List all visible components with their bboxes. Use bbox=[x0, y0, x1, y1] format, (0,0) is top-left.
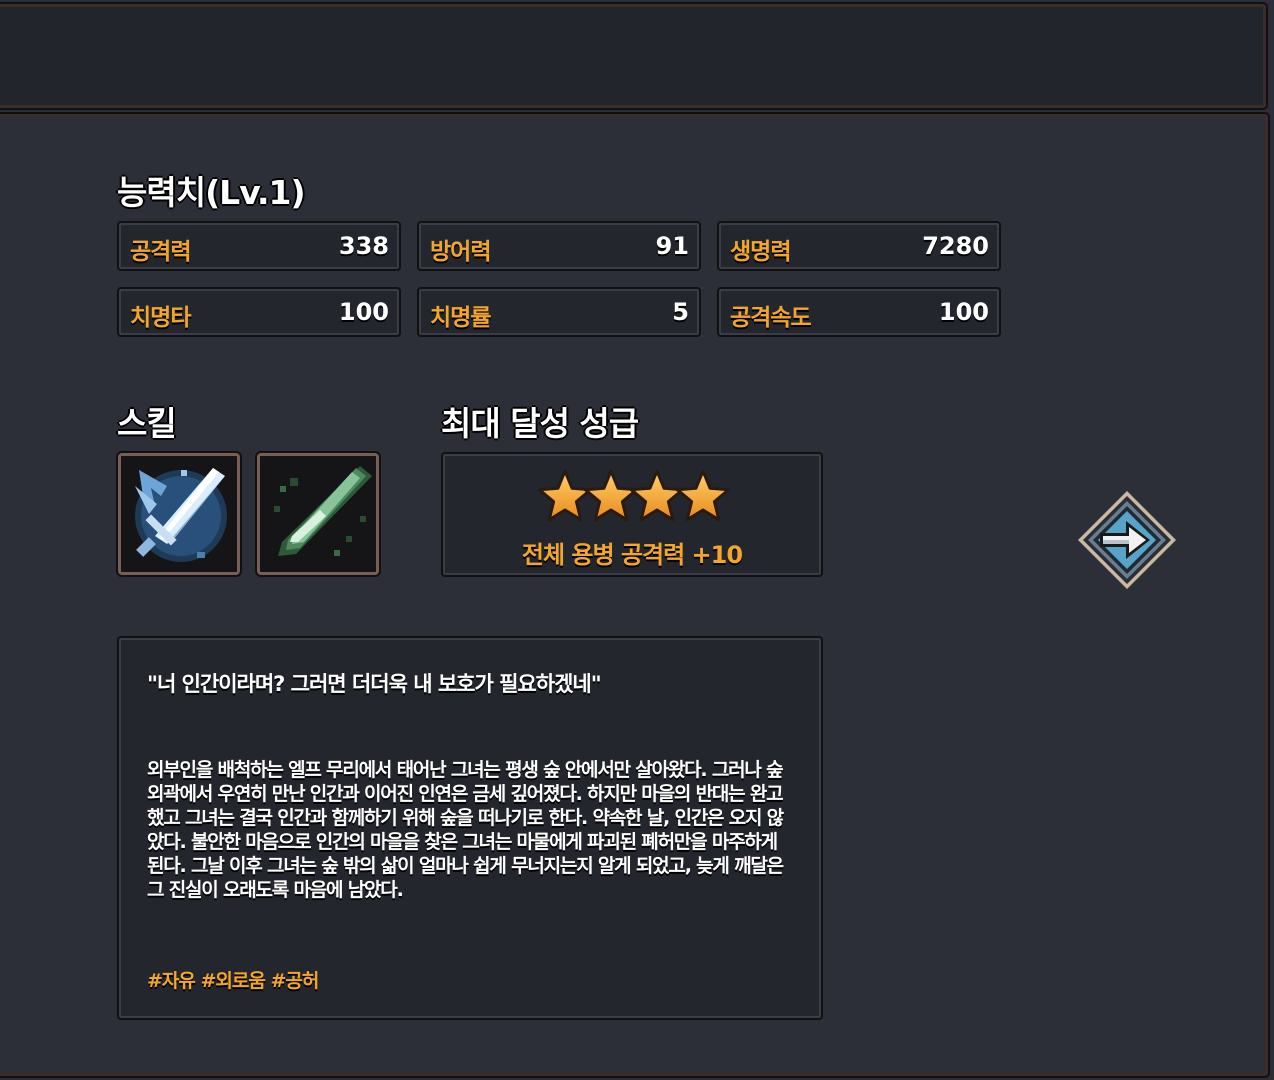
star-icon bbox=[629, 469, 685, 522]
stat-label: 치명타 bbox=[130, 305, 191, 331]
max-grade-box: 전체 용병 공격력 +10 bbox=[441, 452, 823, 577]
stat-label: 치명률 bbox=[430, 305, 491, 331]
stat-value: 100 bbox=[338, 298, 389, 326]
stat-label: 공격력 bbox=[130, 239, 191, 265]
character-tags: #자유 #외로움 #공허 bbox=[147, 970, 319, 992]
ice-sword-skill-icon bbox=[121, 456, 237, 572]
character-story: 외부인을 배척하는 엘프 무리에서 태어난 그녀는 평생 숲 안에서만 살아왔다… bbox=[147, 759, 784, 901]
grade-stars bbox=[537, 469, 731, 522]
skill-slot-1[interactable] bbox=[116, 451, 242, 577]
stat-value: 7280 bbox=[922, 232, 989, 260]
star-icon bbox=[675, 469, 731, 522]
stat-value: 100 bbox=[938, 298, 989, 326]
stat-value: 338 bbox=[338, 232, 389, 260]
stat-attack-speed: 공격속도 100 bbox=[717, 287, 1001, 337]
grade-bonus-text: 전체 용병 공격력 +10 bbox=[521, 541, 743, 569]
stat-value: 91 bbox=[655, 232, 689, 260]
star-icon bbox=[537, 469, 593, 522]
star-icon bbox=[583, 469, 639, 522]
stat-hp: 생명력 7280 bbox=[717, 221, 1001, 271]
character-description-box: "너 인간이라며? 그러면 더더욱 내 보호가 필요하겠네" 외부인을 배척하는… bbox=[117, 636, 823, 1020]
stat-label: 방어력 bbox=[430, 239, 491, 265]
character-quote: "너 인간이라며? 그러면 더더욱 내 보호가 필요하겠네" bbox=[147, 672, 602, 696]
stats-title: 능력치(Lv.1) bbox=[117, 173, 306, 212]
stat-label: 공격속도 bbox=[730, 305, 812, 331]
right-arrow-icon bbox=[1078, 491, 1176, 589]
next-character-button[interactable] bbox=[1076, 489, 1178, 591]
stat-label: 생명력 bbox=[730, 239, 791, 265]
grade-title: 최대 달성 성급 bbox=[441, 404, 639, 443]
stat-value: 5 bbox=[672, 298, 689, 326]
top-header-panel bbox=[0, 2, 1268, 110]
stat-attack: 공격력 338 bbox=[117, 221, 401, 271]
skills-title: 스킬 bbox=[117, 404, 177, 443]
stat-defense: 방어력 91 bbox=[417, 221, 701, 271]
skill-slot-2[interactable] bbox=[255, 451, 381, 577]
stat-crit-damage: 치명타 100 bbox=[117, 287, 401, 337]
green-slash-skill-icon bbox=[260, 456, 376, 572]
stat-crit-rate: 치명률 5 bbox=[417, 287, 701, 337]
